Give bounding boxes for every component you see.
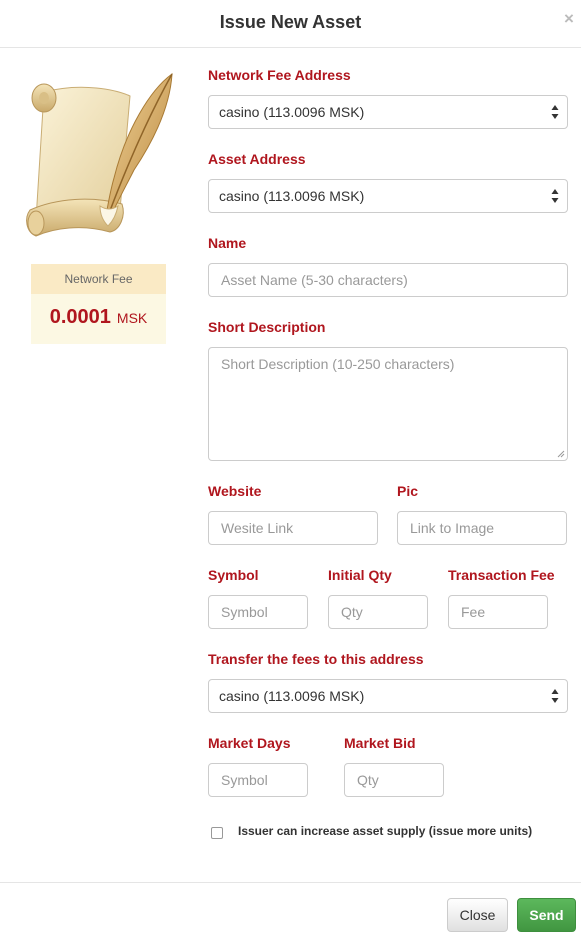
transaction-fee-label: Transaction Fee <box>448 567 555 583</box>
symbol-label: Symbol <box>208 567 259 583</box>
pic-input[interactable]: Link to Image <box>397 511 567 545</box>
modal-header: Issue New Asset × <box>0 0 581 48</box>
close-button[interactable]: Close <box>447 898 508 932</box>
asset-address-value: casino (113.0096 MSK) <box>219 188 365 204</box>
increase-supply-label[interactable]: Issuer can increase asset supply (issue … <box>238 824 532 838</box>
transfer-fees-address-select[interactable]: casino (113.0096 MSK) <box>208 679 568 713</box>
transfer-fees-address-label: Transfer the fees to this address <box>208 651 424 667</box>
asset-address-label: Asset Address <box>208 151 306 167</box>
network-fee-address-value: casino (113.0096 MSK) <box>219 104 365 120</box>
market-days-label: Market Days <box>208 735 291 751</box>
short-description-placeholder: Short Description (10-250 characters) <box>221 356 455 372</box>
select-arrows-icon <box>551 189 559 203</box>
market-bid-label: Market Bid <box>344 735 416 751</box>
select-arrows-icon <box>551 689 559 703</box>
network-fee-address-select[interactable]: casino (113.0096 MSK) <box>208 95 568 129</box>
asset-address-select[interactable]: casino (113.0096 MSK) <box>208 179 568 213</box>
transaction-fee-input[interactable]: Fee <box>448 595 548 629</box>
name-label: Name <box>208 235 247 251</box>
symbol-input[interactable]: Symbol <box>208 595 308 629</box>
market-days-input[interactable]: Symbol <box>208 763 308 797</box>
network-fee-label: Network Fee <box>31 264 166 294</box>
short-description-textarea[interactable]: Short Description (10-250 characters) <box>208 347 568 461</box>
network-fee-box: Network Fee 0.0001 MSK <box>31 264 166 344</box>
send-button[interactable]: Send <box>517 898 576 932</box>
initial-qty-label: Initial Qty <box>328 567 392 583</box>
market-bid-input[interactable]: Qty <box>344 763 444 797</box>
website-input[interactable]: Wesite Link <box>208 511 378 545</box>
close-icon[interactable]: × <box>561 10 577 28</box>
issue-asset-modal: Issue New Asset × Network Fee 0.0001 MSK… <box>0 0 581 941</box>
transfer-fees-address-value: casino (113.0096 MSK) <box>219 688 365 704</box>
website-label: Website <box>208 483 262 499</box>
resize-grip-icon[interactable] <box>557 450 565 458</box>
select-arrows-icon <box>551 105 559 119</box>
asset-name-input[interactable]: Asset Name (5-30 characters) <box>208 263 568 297</box>
network-fee-amount: 0.0001 <box>49 306 111 328</box>
pic-label: Pic <box>397 483 419 499</box>
short-description-label: Short Description <box>208 319 326 335</box>
network-fee-address-label: Network Fee Address <box>208 67 351 83</box>
network-fee-value: 0.0001 MSK <box>31 306 166 329</box>
modal-title: Issue New Asset <box>219 12 362 32</box>
increase-supply-checkbox[interactable] <box>211 827 223 839</box>
scroll-and-quill-icon <box>26 72 173 237</box>
initial-qty-input[interactable]: Qty <box>328 595 428 629</box>
network-fee-unit: MSK <box>116 310 148 326</box>
